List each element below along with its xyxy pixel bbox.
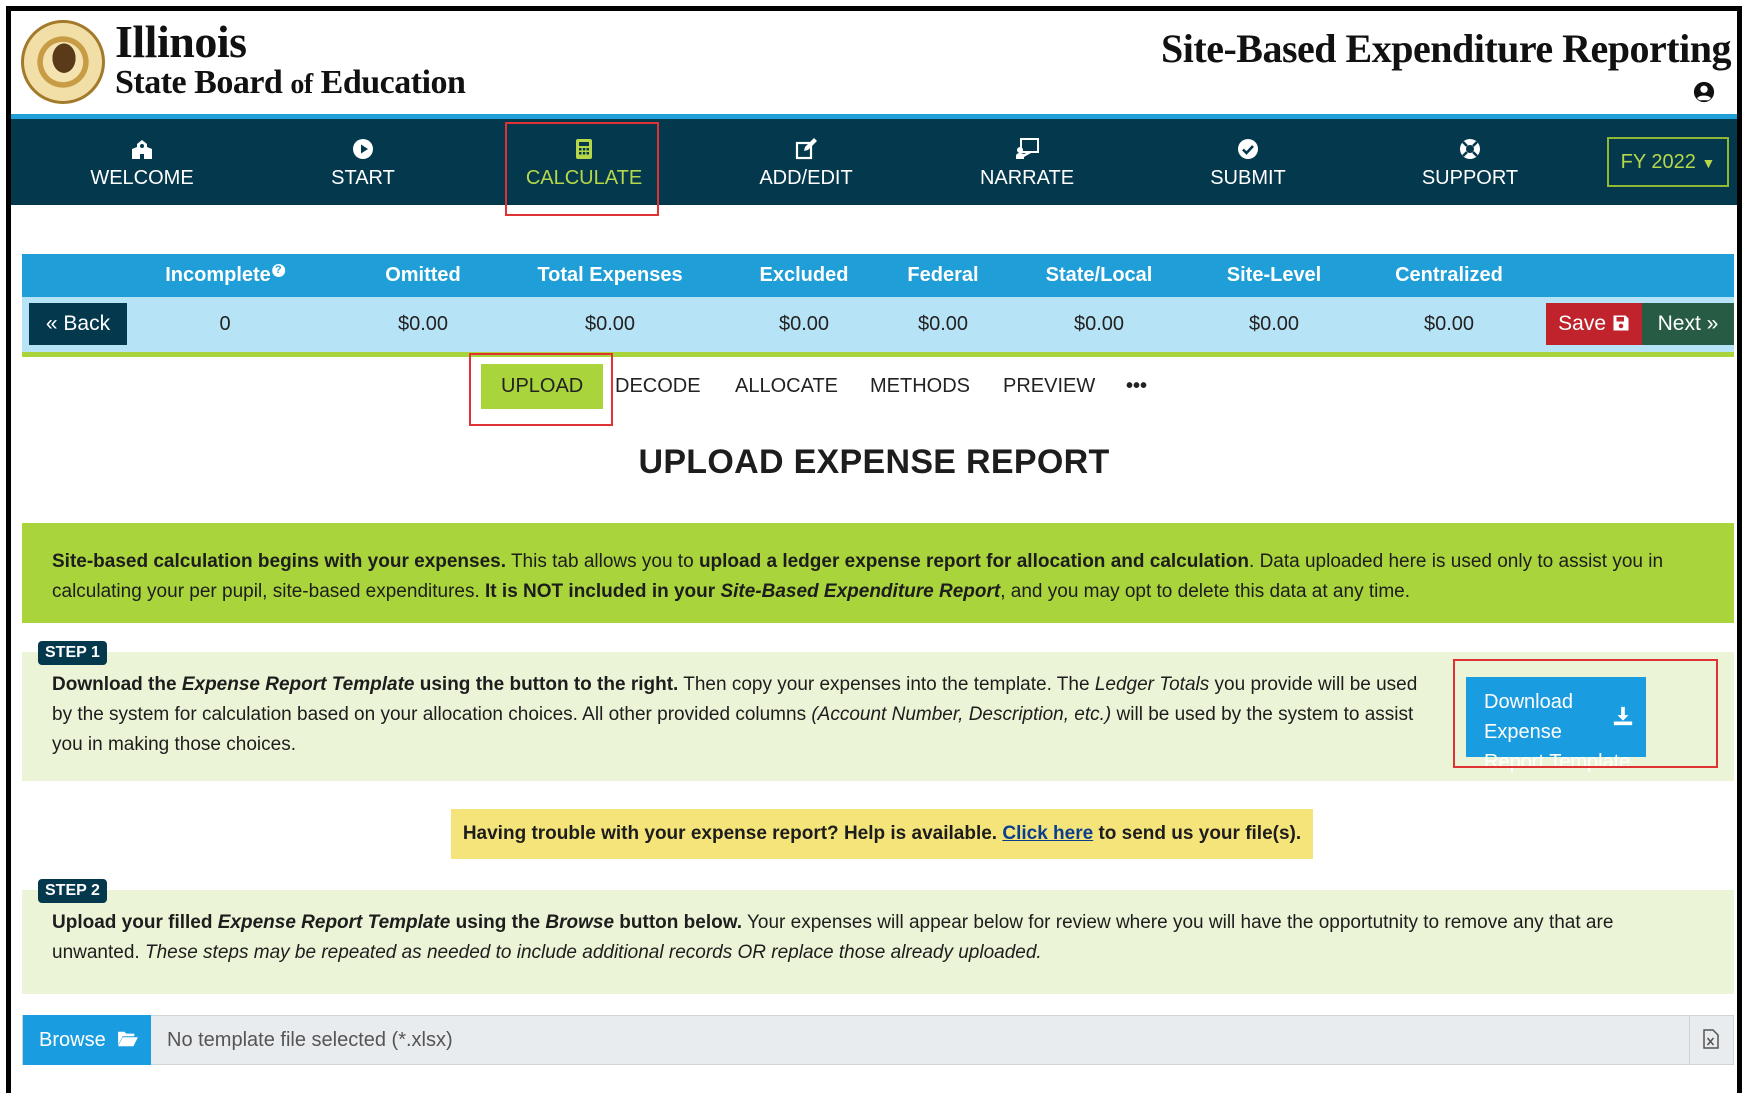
state-seal-logo (21, 20, 105, 104)
stat-value-site-level: $0.00 (1248, 313, 1300, 335)
file-name-display: No template file selected (*.xlsx) (167, 1029, 453, 1051)
nav-label: NARRATE (979, 167, 1075, 189)
nav-label: ADD/EDIT (759, 167, 853, 189)
double-chevron-left-icon: « (45, 312, 58, 335)
stats-divider (22, 352, 1734, 357)
step1-badge: STEP 1 (38, 641, 107, 665)
nav-submit[interactable]: SUBMIT (1138, 119, 1358, 205)
stat-value-incomplete: 0 (219, 313, 231, 335)
help-icon[interactable]: ? (271, 264, 285, 277)
highlight-upload (469, 353, 613, 426)
isbe-logo-text: Illinois State Board of Education (115, 16, 466, 103)
play-circle-icon (353, 139, 373, 159)
main-nav: WELCOME START CALCULATE ADD/EDIT NARRATE… (11, 119, 1737, 205)
nav-start[interactable]: START (253, 119, 473, 205)
stat-value-federal: $0.00 (917, 313, 969, 335)
stat-header-site-level: Site-Level (1226, 264, 1322, 286)
app-title: Site-Based Expenditure Reporting (1161, 26, 1731, 71)
nav-add-edit[interactable]: ADD/EDIT (696, 119, 916, 205)
stats-value-row: « Back 0 $0.00 $0.00 $0.00 $0.00 $0.00 $… (22, 297, 1734, 352)
presenter-icon (1016, 138, 1039, 159)
nav-label: SUPPORT (1421, 167, 1519, 189)
browse-button[interactable]: Browse (23, 1015, 151, 1065)
step2-badge: STEP 2 (38, 879, 107, 903)
brand-line-2: State Board of Education (115, 64, 466, 101)
stat-value-centralized: $0.00 (1423, 313, 1475, 335)
school-icon (132, 140, 152, 159)
folder-open-icon (118, 1031, 138, 1047)
highlight-calculate (505, 122, 659, 216)
site-header: Illinois State Board of Education Site-B… (11, 11, 1737, 119)
more-tabs-button[interactable]: ••• (1126, 364, 1147, 409)
stats-header-row: Incomplete? Omitted Total Expenses Exclu… (22, 254, 1734, 297)
fiscal-year-dropdown[interactable]: FY 2022 ▼ (1607, 137, 1729, 187)
save-button[interactable]: Save (1546, 303, 1642, 345)
app-frame: Illinois State Board of Education Site-B… (6, 6, 1742, 1093)
stat-header-omitted: Omitted (385, 264, 461, 286)
stat-header-federal: Federal (907, 264, 979, 286)
subtab-preview[interactable]: PREVIEW (1003, 364, 1095, 409)
stat-header-state-local: State/Local (1045, 264, 1153, 286)
file-upload-field: Browse No template file selected (*.xlsx… (22, 1015, 1734, 1065)
click-here-link[interactable]: Click here (1002, 823, 1093, 844)
excel-file-icon (1703, 1029, 1719, 1049)
subtab-methods[interactable]: METHODS (870, 364, 970, 409)
nav-label: SUBMIT (1210, 167, 1286, 189)
stat-value-state-local: $0.00 (1073, 313, 1125, 335)
next-button[interactable]: Next » (1642, 303, 1734, 345)
check-circle-icon (1238, 139, 1258, 159)
stat-header-total-expenses: Total Expenses (537, 264, 683, 286)
back-button[interactable]: « Back (29, 303, 127, 345)
double-chevron-right-icon: » (1706, 312, 1719, 335)
nav-support[interactable]: SUPPORT (1360, 119, 1580, 205)
help-banner: Having trouble with your expense report?… (451, 809, 1313, 859)
step2-panel: Upload your filled Expense Report Templa… (22, 890, 1734, 994)
brand-line-1: Illinois (115, 16, 247, 67)
stat-header-centralized: Centralized (1395, 264, 1503, 286)
stat-value-omitted: $0.00 (397, 313, 449, 335)
user-account-icon[interactable] (1693, 81, 1715, 103)
subtab-allocate[interactable]: ALLOCATE (735, 364, 838, 409)
nav-label: WELCOME (90, 167, 194, 189)
lifebuoy-icon (1460, 139, 1480, 159)
stat-header-excluded: Excluded (759, 264, 849, 286)
stat-value-total-expenses: $0.00 (584, 313, 636, 335)
fiscal-year-value: FY 2022 (1620, 151, 1696, 173)
floppy-disk-icon (1613, 315, 1629, 331)
highlight-download (1453, 659, 1718, 768)
stat-value-excluded: $0.00 (778, 313, 830, 335)
nav-narrate[interactable]: NARRATE (917, 119, 1137, 205)
stat-header-incomplete: Incomplete? (165, 254, 285, 297)
excel-file-indicator (1689, 1016, 1733, 1064)
nav-label: START (331, 167, 395, 189)
nav-welcome[interactable]: WELCOME (32, 119, 252, 205)
intro-panel: Site-based calculation begins with your … (22, 523, 1734, 623)
page-title: UPLOAD EXPENSE REPORT (638, 443, 1110, 481)
subtab-decode[interactable]: DECODE (615, 364, 701, 409)
caret-down-icon: ▼ (1701, 155, 1716, 171)
edit-icon (795, 138, 817, 160)
